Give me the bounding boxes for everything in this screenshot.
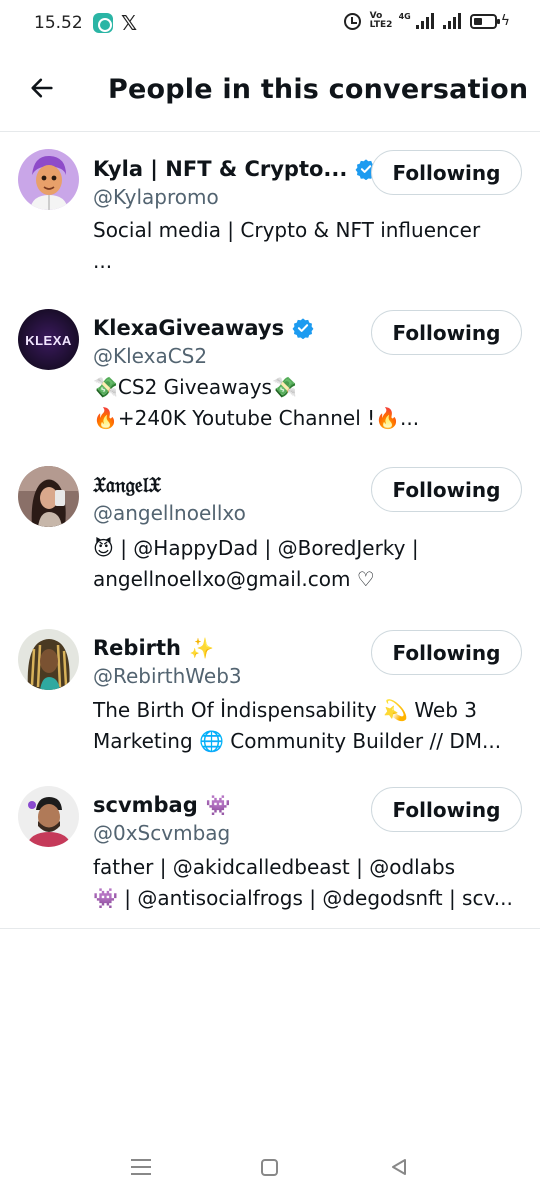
bio-line: angellnoellxo@gmail.com ♡ bbox=[93, 567, 375, 591]
user-bio: 💸CS2 Giveaways💸 🔥+240K Youtube Channel !… bbox=[93, 372, 523, 434]
user-name[interactable]: Rebirth ✨ bbox=[93, 636, 214, 660]
following-button[interactable]: Following bbox=[371, 150, 522, 195]
following-button[interactable]: Following bbox=[371, 467, 522, 512]
signal-icon-1 bbox=[415, 13, 434, 29]
user-row[interactable]: scvmbag 👾 @0xScvmbag father | @akidcalle… bbox=[0, 769, 540, 928]
space-invader-icon: 👾 bbox=[205, 793, 231, 817]
status-bar: 15.52 𝕏 Vo LTE2 4G ϟ bbox=[0, 0, 540, 48]
header: People in this conversation bbox=[0, 48, 540, 132]
status-time: 15.52 bbox=[34, 13, 83, 33]
user-name[interactable]: 𝔛𝔞𝔫𝔤𝔢𝔩𝔛 bbox=[93, 473, 161, 498]
verified-badge-icon bbox=[292, 318, 314, 339]
bio-line: ... bbox=[93, 249, 113, 273]
user-handle: @KlexaCS2 bbox=[93, 344, 208, 368]
avatar[interactable] bbox=[18, 629, 79, 690]
bio-line: 😈 | @HappyDad | @BoredJerky | bbox=[93, 536, 419, 560]
back-button[interactable] bbox=[22, 68, 62, 108]
following-button[interactable]: Following bbox=[371, 310, 522, 355]
status-icons: Vo LTE2 4G ϟ bbox=[343, 11, 510, 30]
battery-icon bbox=[469, 13, 500, 29]
user-handle: @0xScvmbag bbox=[93, 821, 231, 845]
user-row[interactable]: Kyla | NFT & Crypto... @Kylapromo Social… bbox=[0, 132, 540, 292]
bio-line: 👾 | @antisocialfrogs | @degodsnft | scv.… bbox=[93, 886, 513, 910]
list-divider bbox=[0, 928, 540, 929]
user-row[interactable]: 𝔛𝔞𝔫𝔤𝔢𝔩𝔛 @angellnoellxo 😈 | @HappyDad | @… bbox=[0, 449, 540, 612]
charging-icon: ϟ bbox=[500, 13, 510, 29]
system-nav-bar bbox=[0, 1135, 540, 1200]
page-title: People in this conversation bbox=[108, 74, 529, 105]
network-type-label: 4G bbox=[398, 12, 411, 21]
user-name[interactable]: scvmbag 👾 bbox=[93, 793, 231, 817]
avatar[interactable] bbox=[18, 786, 79, 847]
following-button[interactable]: Following bbox=[371, 630, 522, 675]
app-notification-icon bbox=[93, 13, 113, 33]
bio-line: The Birth Of İndispensability 💫 Web 3 bbox=[93, 698, 478, 722]
signal-icon-2 bbox=[442, 13, 461, 29]
avatar[interactable]: KLEXA bbox=[18, 309, 79, 370]
alarm-icon bbox=[343, 12, 361, 30]
following-button[interactable]: Following bbox=[371, 787, 522, 832]
user-handle: @RebirthWeb3 bbox=[93, 664, 242, 688]
home-square-icon[interactable] bbox=[261, 1159, 278, 1176]
avatar[interactable] bbox=[18, 149, 79, 210]
bio-line: father | @akidcalledbeast | @odlabs bbox=[93, 855, 456, 879]
user-bio: father | @akidcalledbeast | @odlabs 👾 | … bbox=[93, 852, 523, 914]
avatar-logo-text: KLEXA bbox=[25, 333, 72, 348]
bio-line: 🔥+240K Youtube Channel !🔥... bbox=[93, 406, 420, 430]
bio-line: 💸CS2 Giveaways💸 bbox=[93, 375, 297, 399]
user-bio: Social media | Crypto & NFT influencer .… bbox=[93, 215, 523, 277]
user-handle: @angellnoellxo bbox=[93, 501, 246, 525]
back-triangle-icon[interactable] bbox=[389, 1157, 409, 1177]
recents-icon[interactable] bbox=[131, 1159, 151, 1175]
user-handle: @Kylapromo bbox=[93, 185, 219, 209]
bio-line: Marketing 🌐 Community Builder // DM... bbox=[93, 729, 502, 753]
x-logo-icon: 𝕏 bbox=[121, 11, 138, 35]
user-row[interactable]: KLEXA KlexaGiveaways @KlexaCS2 💸CS2 Give… bbox=[0, 292, 540, 449]
user-bio: The Birth Of İndispensability 💫 Web 3 Ma… bbox=[93, 695, 523, 757]
bio-line: Social media | Crypto & NFT influencer bbox=[93, 218, 481, 242]
volte-icon: Vo LTE2 bbox=[369, 11, 393, 30]
sparkles-icon: ✨ bbox=[189, 636, 214, 660]
user-name[interactable]: KlexaGiveaways bbox=[93, 316, 314, 340]
user-name[interactable]: Kyla | NFT & Crypto... bbox=[93, 157, 377, 181]
avatar[interactable] bbox=[18, 466, 79, 527]
arrow-left-icon bbox=[31, 78, 53, 98]
user-bio: 😈 | @HappyDad | @BoredJerky | angellnoel… bbox=[93, 533, 523, 595]
user-row[interactable]: Rebirth ✨ @RebirthWeb3 The Birth Of İndi… bbox=[0, 612, 540, 769]
